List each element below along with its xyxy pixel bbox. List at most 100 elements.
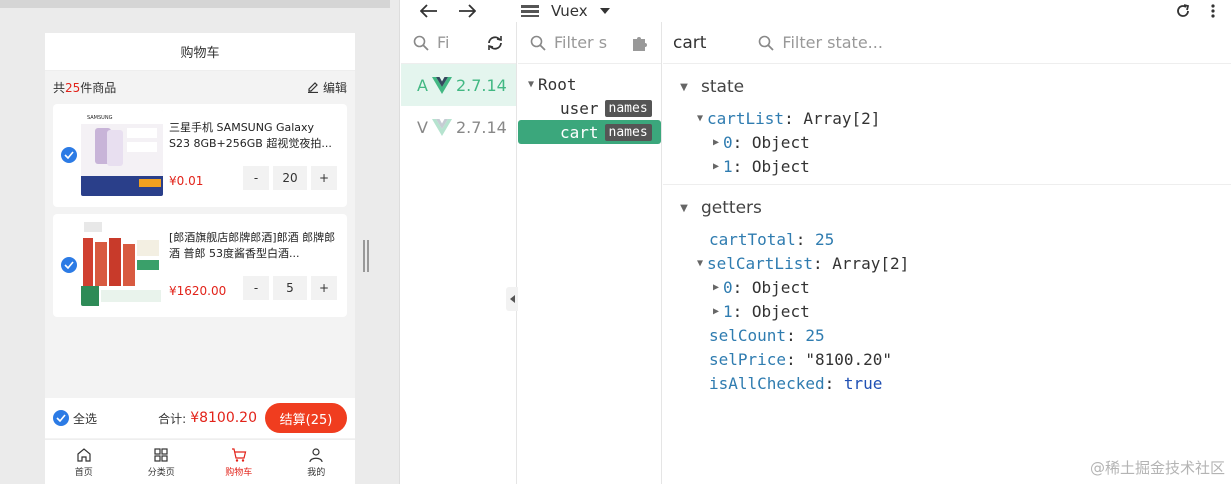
- state-cartList-1[interactable]: ▶ 1: Object: [663, 154, 1231, 178]
- state-cartList-0[interactable]: ▶ 0: Object: [663, 130, 1231, 154]
- getter-selCartList[interactable]: ▼ selCartList: Array[2]: [663, 251, 1231, 275]
- tree-root[interactable]: ▼ Root: [518, 72, 661, 96]
- tab-cart[interactable]: 购物车: [200, 440, 278, 484]
- page-title: 购物车: [45, 33, 355, 71]
- getter-isAllChecked[interactable]: isAllChecked: true: [663, 371, 1231, 395]
- app-item-1[interactable]: A 2.7.14: [401, 64, 516, 106]
- state-cartList[interactable]: ▼ cartList: Array[2]: [663, 106, 1231, 130]
- check-icon: [64, 151, 74, 159]
- getter-selCartList-1-value: Object: [751, 301, 810, 321]
- vue-devtools: Vuex Fi A 2.7.14 V 2.7.14 Filter s ▼ Roo…: [401, 0, 1231, 484]
- apps-search[interactable]: Fi: [401, 22, 516, 64]
- tree-module-user[interactable]: user names: [518, 96, 661, 120]
- item-1-plus-button[interactable]: +: [311, 166, 337, 190]
- item-1-minus-button[interactable]: -: [243, 166, 269, 190]
- state-filter[interactable]: Filter state...: [758, 33, 883, 52]
- arrow-right-icon: [459, 4, 476, 18]
- pane-resize-handle[interactable]: [363, 240, 369, 272]
- getter-selPrice[interactable]: selPrice: "8100.20": [663, 347, 1231, 371]
- state-section-header[interactable]: ▼ state: [663, 72, 1231, 102]
- item-1-checkbox[interactable]: [61, 147, 77, 163]
- item-1-title[interactable]: 三星手机 SAMSUNG Galaxy S23 8GB+256GB 超视觉夜拍.…: [169, 120, 337, 152]
- getter-cartTotal[interactable]: cartTotal: 25: [663, 227, 1231, 251]
- search-icon: [530, 35, 546, 51]
- puzzle-icon[interactable]: [631, 34, 649, 52]
- tab-category-label: 分类页: [147, 467, 175, 478]
- getter-selPrice-key: selPrice: [709, 349, 787, 369]
- cart-summary-bar: 共25件商品 编辑: [45, 71, 355, 103]
- collapse-pane-button[interactable]: [506, 287, 518, 311]
- item-2-quantity-input[interactable]: 5: [273, 276, 307, 300]
- state-section-title: state: [701, 77, 745, 97]
- select-all-toggle[interactable]: 全选: [53, 410, 97, 427]
- getter-selCount[interactable]: selCount: 25: [663, 323, 1231, 347]
- more-vertical-icon[interactable]: [1211, 3, 1215, 19]
- total-label: 合计:: [158, 411, 187, 426]
- cart-icon: [231, 447, 247, 462]
- checkout-bar: 全选 合计: ¥8100.20 结算(25): [45, 398, 355, 438]
- modules-search[interactable]: Filter s: [518, 22, 661, 64]
- getters-section-header[interactable]: ▼ getters: [663, 193, 1231, 223]
- getter-selCartList-0-value: Object: [751, 277, 810, 297]
- item-2-checkbox[interactable]: [61, 257, 77, 273]
- item-2-image: [81, 220, 163, 306]
- item-1-quantity-input[interactable]: 20: [273, 166, 307, 190]
- tab-home[interactable]: 首页: [45, 440, 123, 484]
- collapse-triangle-icon: ▼: [696, 257, 704, 269]
- app-item-2-name: V: [417, 117, 428, 137]
- expand-triangle-icon: ▶: [712, 160, 720, 172]
- state-filter-input[interactable]: Filter state...: [782, 33, 883, 52]
- section-divider: [663, 184, 1231, 185]
- cart-count: 共25件商品: [53, 79, 116, 96]
- app-preview-pane: 购物车 共25件商品 编辑 SAMSUNG 三星手机 SAMSUNG Galax…: [0, 0, 400, 484]
- getter-selCartList-0-key: 0: [723, 277, 733, 297]
- edit-button[interactable]: 编辑: [307, 79, 347, 96]
- modules-search-input[interactable]: Filter s: [554, 33, 607, 52]
- getters-section-title: getters: [701, 198, 762, 218]
- bottom-tab-bar: 首页 分类页 购物车 我的: [45, 439, 355, 484]
- watermark: @稀土掘金技术社区: [1089, 459, 1225, 477]
- getter-isAllChecked-key: isAllChecked: [709, 373, 825, 393]
- item-1-quantity-stepper: - 20 +: [243, 166, 337, 190]
- check-icon: [64, 261, 74, 269]
- edit-label: 编辑: [322, 80, 347, 95]
- select-all-checkbox[interactable]: [53, 410, 69, 426]
- app-item-2[interactable]: V 2.7.14: [401, 106, 516, 148]
- app-item-2-version: 2.7.14: [455, 117, 507, 137]
- refresh-icon[interactable]: [1175, 3, 1191, 19]
- tab-category[interactable]: 分类页: [123, 440, 201, 484]
- cart-item-2: [郎酒旗舰店郎牌郎酒]郎酒 郎牌郎酒 普郎 53度酱香型白酒... ¥1620.…: [53, 214, 347, 317]
- state-cartList-0-value: Object: [751, 132, 810, 152]
- getter-selCartList-1-key: 1: [723, 301, 733, 321]
- vue-logo-icon: [431, 76, 452, 94]
- apps-column: Fi A 2.7.14 V 2.7.14: [401, 22, 518, 484]
- getter-selCartList-1[interactable]: ▶ 1: Object: [663, 299, 1231, 323]
- checkout-button[interactable]: 结算(25): [265, 403, 347, 433]
- tree-root-label: Root: [538, 74, 577, 94]
- apps-search-input[interactable]: Fi: [437, 33, 449, 52]
- sync-icon[interactable]: [486, 35, 504, 51]
- state-cartList-1-value: Object: [751, 156, 810, 176]
- getter-selCount-value: 25: [805, 325, 825, 345]
- getter-selCartList-0[interactable]: ▶ 0: Object: [663, 275, 1231, 299]
- cart-count-suffix: 件商品: [80, 80, 117, 95]
- back-button[interactable]: [415, 4, 443, 18]
- tab-profile[interactable]: 我的: [278, 440, 356, 484]
- namespaced-badge: names: [604, 123, 652, 141]
- collapse-triangle-icon[interactable]: ▼: [524, 79, 538, 90]
- item-2-minus-button[interactable]: -: [243, 276, 269, 300]
- cart-item-1: SAMSUNG 三星手机 SAMSUNG Galaxy S23 8GB+256G…: [53, 104, 347, 207]
- item-2-title[interactable]: [郎酒旗舰店郎牌郎酒]郎酒 郎牌郎酒 普郎 53度酱香型白酒...: [169, 230, 337, 262]
- item-2-price: ¥1620.00: [169, 284, 227, 298]
- plugin-selector[interactable]: Vuex: [521, 2, 610, 20]
- app-item-1-version: 2.7.14: [455, 75, 507, 95]
- tree-module-user-label: user: [560, 98, 599, 118]
- item-2-plus-button[interactable]: +: [311, 276, 337, 300]
- chevron-down-icon: [599, 8, 610, 14]
- tree-module-cart[interactable]: cart names: [518, 120, 661, 144]
- forward-button[interactable]: [453, 4, 481, 18]
- state-cartList-key: cartList: [707, 108, 785, 128]
- getter-cartTotal-value: 25: [814, 229, 835, 249]
- screen: 购物车 共25件商品 编辑 SAMSUNG 三星手机 SAMSUNG Galax…: [0, 0, 1231, 484]
- modules-column: Filter s ▼ Root user names cart names: [518, 22, 662, 484]
